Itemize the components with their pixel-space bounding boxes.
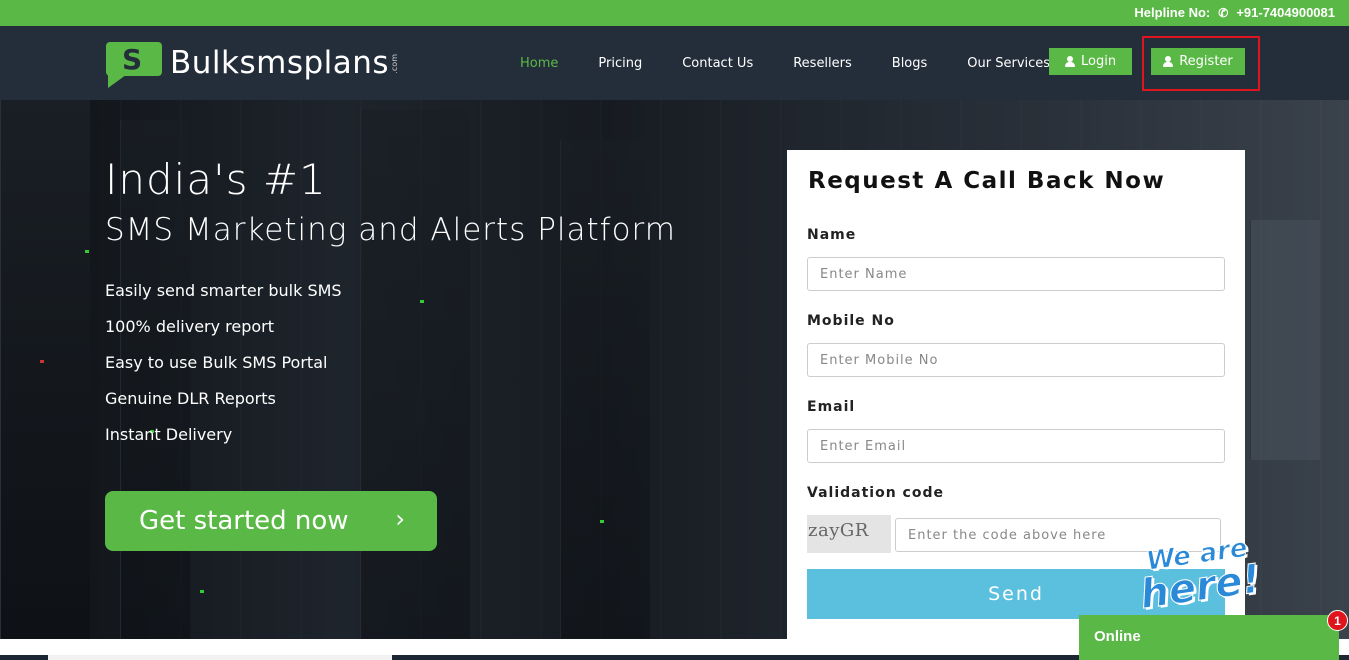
nav-blogs[interactable]: Blogs <box>892 56 928 71</box>
hero-title: India's #1 <box>105 155 327 204</box>
form-title: Request A Call Back Now <box>808 168 1166 194</box>
register-label: Register <box>1179 54 1233 69</box>
logo-text: Bulksmsplans <box>170 44 390 81</box>
login-button[interactable]: Login <box>1049 48 1133 75</box>
name-input[interactable] <box>807 257 1225 291</box>
server-rack-image <box>1250 220 1320 460</box>
mobile-input[interactable] <box>807 343 1225 377</box>
nav-contact-us[interactable]: Contact Us <box>682 56 753 71</box>
hero-subtitle: SMS Marketing and Alerts Platform <box>105 212 676 248</box>
feature-item: Easy to use Bulk SMS Portal <box>105 353 328 372</box>
chevron-right-icon: › <box>395 505 405 533</box>
nav-resellers[interactable]: Resellers <box>793 56 852 71</box>
navbar: S Bulksmsplans .com Home Pricing Contact… <box>0 26 1349 100</box>
mobile-label: Mobile No <box>807 313 895 329</box>
server-led <box>200 590 204 593</box>
logo-suffix: .com <box>390 53 400 74</box>
feature-item: 100% delivery report <box>105 317 275 336</box>
feature-item: Genuine DLR Reports <box>105 389 276 408</box>
server-rack-image <box>360 110 470 639</box>
chat-status: Online <box>1094 628 1141 645</box>
server-led <box>40 360 44 363</box>
server-led <box>600 520 604 523</box>
get-started-label: Get started now <box>139 506 349 536</box>
user-icon <box>1163 56 1174 67</box>
name-label: Name <box>807 227 857 243</box>
unread-badge: 1 <box>1327 610 1348 631</box>
feature-item: Instant Delivery <box>105 425 233 444</box>
server-led <box>420 300 424 303</box>
register-highlight-box: Register <box>1142 36 1260 91</box>
chat-online-tab[interactable]: Online <box>1079 615 1339 660</box>
validation-code-label: Validation code <box>807 485 944 501</box>
get-started-button[interactable]: Get started now › <box>105 491 437 551</box>
register-button[interactable]: Register <box>1151 48 1245 75</box>
logo-chat-icon: S <box>106 42 162 89</box>
nav-home[interactable]: Home <box>520 56 558 71</box>
user-icon <box>1065 56 1075 67</box>
login-label: Login <box>1081 54 1117 69</box>
top-bar: Helpline No: ✆ +91-7404900081 <box>0 0 1349 26</box>
we-are-here-banner[interactable]: We are here! <box>1137 533 1280 619</box>
email-input[interactable] <box>807 429 1225 463</box>
main-nav: Home Pricing Contact Us Resellers Blogs … <box>500 26 1090 100</box>
nav-our-services[interactable]: Our Services <box>967 56 1050 71</box>
helpline: Helpline No: ✆ +91-7404900081 <box>1134 5 1335 20</box>
server-rack-image <box>0 100 90 639</box>
phone-icon: ✆ <box>1218 5 1229 20</box>
feature-item: Easily send smarter bulk SMS <box>105 281 342 300</box>
nav-pricing[interactable]: Pricing <box>598 56 642 71</box>
captcha-image: zayGR <box>807 515 891 553</box>
server-led <box>85 250 89 253</box>
site-logo[interactable]: S Bulksmsplans .com <box>106 42 399 89</box>
email-label: Email <box>807 399 856 415</box>
helpline-label: Helpline No: <box>1134 5 1211 20</box>
feature-list: Easily send smarter bulk SMS 100% delive… <box>105 280 342 460</box>
helpline-number[interactable]: +91-7404900081 <box>1236 5 1335 20</box>
